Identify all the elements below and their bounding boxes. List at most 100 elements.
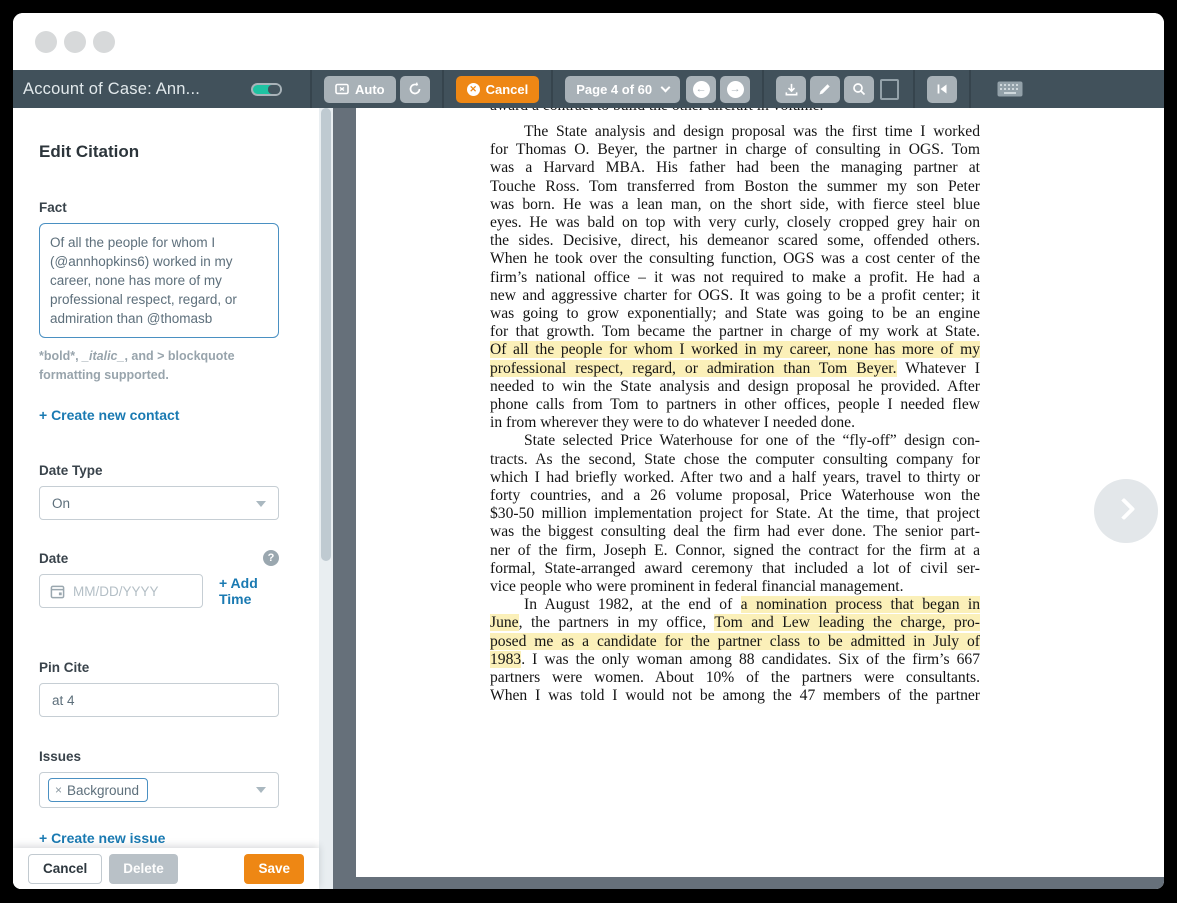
remove-tag-icon[interactable]: × — [55, 783, 62, 797]
issue-tag-label: Background — [67, 783, 139, 798]
create-new-issue-link[interactable]: + Create new issue — [39, 830, 291, 846]
pin-cite-input[interactable]: at 4 — [39, 683, 279, 717]
document-line: vice people who were prominent in federa… — [490, 578, 980, 596]
citation-highlight[interactable]: Of all the people for whom I worked in m… — [490, 341, 980, 358]
document-line: tracts. As the second, State chose the c… — [490, 451, 980, 469]
pin-cite-label: Pin Cite — [39, 660, 291, 675]
refresh-button[interactable] — [400, 76, 430, 103]
sidebar-form: Edit Citation Fact Of all the people for… — [13, 108, 319, 889]
search-button[interactable] — [844, 76, 874, 103]
next-page-overlay-button[interactable] — [1094, 479, 1158, 543]
date-input[interactable]: MM/DD/YYYY — [39, 574, 203, 608]
document-text: formal, State-arranged award ceremony th… — [490, 560, 980, 577]
previous-page-button[interactable]: ← — [686, 76, 716, 103]
skip-to-start-button[interactable] — [927, 76, 957, 103]
document-text: The State analysis and design proposal w… — [524, 123, 980, 140]
document-text-column: award a contract to build the other airc… — [490, 108, 980, 706]
document-line: forty countries, and a 26 volume proposa… — [490, 487, 980, 505]
pencil-icon — [818, 82, 832, 96]
document-line: June, the partners in my office, Tom and… — [490, 614, 980, 632]
document-viewer: award a contract to build the other airc… — [333, 108, 1164, 889]
create-new-contact-link[interactable]: + Create new contact — [39, 407, 291, 423]
document-line: was born. He was a lean man, on the shor… — [490, 196, 980, 214]
chevron-down-icon — [661, 82, 671, 92]
sidebar-footer: Cancel Delete Save — [13, 848, 319, 889]
toolbar-separator — [969, 70, 971, 108]
page-select-dropdown[interactable]: Page 4 of 60 — [565, 76, 680, 103]
delete-button[interactable]: Delete — [109, 854, 178, 884]
fact-format-hint: *bold*, _italic_, and > blockquote forma… — [39, 347, 283, 385]
toolbar-separator — [551, 70, 553, 108]
next-page-button[interactable]: → — [720, 76, 750, 103]
document-text: $30-50 million implementation project fo… — [490, 505, 980, 522]
toolbar-separator — [442, 70, 444, 108]
hint-segment: _italic_ — [82, 349, 124, 363]
download-icon — [784, 82, 799, 97]
download-button[interactable] — [776, 76, 806, 103]
clipped-line-text: award a contract to build the other airc… — [490, 108, 980, 115]
citation-highlight[interactable]: a nomination process that began in — [741, 596, 980, 613]
document-text: new and aggressive charter for OGS. It w… — [490, 287, 980, 304]
document-text: Whatever I — [897, 360, 980, 377]
document-text: firm’s national office – it was not requ… — [490, 269, 980, 286]
toggle-switch[interactable] — [251, 83, 282, 96]
window-zoom-button[interactable] — [93, 31, 115, 53]
document-line: for that growth. Tom became the partner … — [490, 323, 980, 341]
document-line: firm’s national office – it was not requ… — [490, 269, 980, 287]
save-button[interactable]: Save — [244, 854, 304, 884]
citation-highlight[interactable]: Tom and Lew leading the charge, pro- — [714, 614, 980, 631]
document-line: formal, State-arranged award ceremony th… — [490, 560, 980, 578]
keyboard-icon — [997, 81, 1023, 97]
selection-box-icon[interactable] — [880, 79, 899, 100]
document-line: was going to grow exponentially; and Sta… — [490, 305, 980, 323]
sidebar-scrollbar-thumb[interactable] — [321, 108, 331, 561]
issues-multiselect[interactable]: × Background — [39, 772, 279, 808]
citation-highlight[interactable]: June — [490, 614, 519, 631]
page-indicator: Page 4 of 60 — [576, 82, 652, 97]
document-line: which I had briefly worked. After two an… — [490, 469, 980, 487]
skip-start-icon — [935, 82, 949, 96]
date-type-label: Date Type — [39, 463, 291, 478]
citation-highlight[interactable]: professional respect, regard, or admirat… — [490, 360, 897, 377]
edit-citation-sidebar: Edit Citation Fact Of all the people for… — [13, 108, 333, 889]
case-title: Account of Case: Ann... — [23, 80, 251, 99]
caret-down-icon — [256, 787, 266, 793]
sidebar-scrollbar[interactable] — [319, 108, 333, 889]
cancel-button[interactable]: Cancel — [28, 854, 102, 884]
document-text: was the biggest consulting deal the firm… — [490, 523, 980, 540]
citation-highlight[interactable]: posed me as a candidate for the partner … — [490, 633, 980, 650]
help-icon[interactable]: ? — [263, 550, 279, 566]
document-text: in from wherever they were to do whateve… — [490, 414, 855, 431]
hint-segment: *bold* — [39, 349, 75, 363]
add-time-link[interactable]: + Add Time — [219, 575, 291, 607]
document-text: for Thomas O. Beyer, the partner in char… — [490, 141, 980, 158]
clipped-top-line: award a contract to build the other airc… — [490, 108, 980, 116]
window-minimize-button[interactable] — [64, 31, 86, 53]
window-close-button[interactable] — [35, 31, 57, 53]
keyboard-shortcuts-button[interactable] — [997, 81, 1023, 97]
document-line: partners were women. About 10% of the pa… — [490, 669, 980, 687]
cancel-mode-button[interactable]: ✕ Cancel — [456, 76, 540, 103]
citation-highlight[interactable]: 1983 — [490, 651, 521, 668]
document-line: needed to win the State analysis and des… — [490, 378, 980, 396]
issues-label: Issues — [39, 749, 291, 764]
calendar-icon — [50, 584, 65, 599]
arrow-right-circle-icon: → — [727, 81, 744, 98]
annotate-button[interactable] — [810, 76, 840, 103]
document-line: $30-50 million implementation project fo… — [490, 505, 980, 523]
search-icon — [852, 82, 866, 96]
document-line: State selected Price Waterhouse for one … — [490, 432, 980, 450]
document-line: When he took over the consulting functio… — [490, 250, 980, 268]
auto-button[interactable]: Auto — [324, 76, 396, 103]
document-line: new and aggressive charter for OGS. It w… — [490, 287, 980, 305]
document-text: needed to win the State analysis and des… — [490, 378, 980, 395]
fact-textarea[interactable]: Of all the people for whom I (@annhopkin… — [39, 223, 279, 338]
document-line: the sides. Decisive, direct, his demeano… — [490, 232, 980, 250]
date-label: Date — [39, 551, 68, 566]
window-titlebar — [13, 13, 1164, 70]
document-text: State selected Price Waterhouse for one … — [524, 432, 980, 449]
document-text: ner of the firm, Joseph E. Connor, signe… — [490, 542, 980, 559]
date-type-select[interactable]: On — [39, 486, 279, 520]
document-text: . I was the only woman among 88 candidat… — [521, 651, 980, 668]
document-line: eyes. He was bald on top with very curly… — [490, 214, 980, 232]
